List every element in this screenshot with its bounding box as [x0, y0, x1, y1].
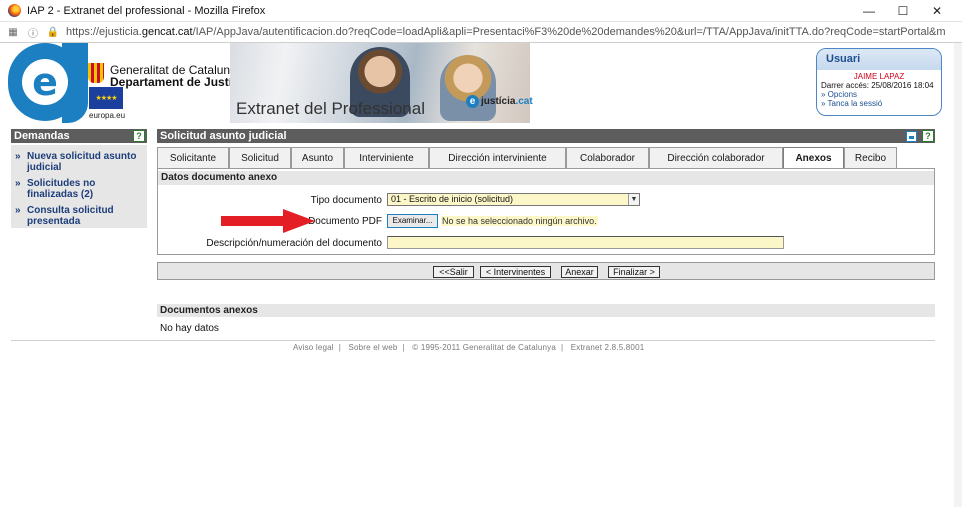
footer: Aviso legal | Sobre el web | © 1995-2011 G… [293, 343, 645, 352]
sidebar-item-label: Nueva solicitud asunto judicial [27, 151, 137, 173]
tab-colaborador[interactable]: Colaborador [566, 147, 649, 169]
tab-recibo[interactable]: Recibo [844, 147, 897, 169]
file-status: No se ha seleccionado ningún archivo. [441, 216, 598, 226]
red-arrow-icon [221, 209, 315, 233]
attachments-empty: No hay datos [160, 323, 219, 334]
eu-label: europa.eu [89, 111, 126, 120]
url-bar[interactable]: ▦ ⓘ 🔒 https://ejusticia.gencat.cat/IAP/A… [0, 22, 962, 43]
url-text[interactable]: https://ejusticia.gencat.cat/IAP/AppJava… [66, 26, 946, 38]
tab-asunto[interactable]: Asunto [291, 147, 344, 169]
finalizar-button[interactable]: Finalizar > [608, 266, 660, 278]
intervinientes-button[interactable]: < Intervinentes [480, 266, 551, 278]
eu-flag-icon: ★★★★ [89, 87, 123, 109]
tab-solicitud[interactable]: Solicitud [229, 147, 291, 169]
tab-anexos[interactable]: Anexos [783, 147, 844, 169]
catalonia-shield-icon [88, 63, 104, 83]
tipo-documento-select[interactable]: 01 - Escrito de inicio (solicitud) ▼ [387, 193, 640, 206]
info-icon[interactable]: ⓘ [26, 25, 40, 40]
bullet-icon: » [15, 151, 21, 162]
department-name: Departament de Justícia [110, 75, 249, 89]
maximize-button[interactable]: ☐ [886, 0, 920, 22]
last-access: Darrer accés: 25/08/2016 18:04 [821, 81, 934, 90]
bullet-icon: » [15, 178, 21, 189]
section-title: Datos documento anexo [158, 171, 934, 185]
sidebar-item-label: Consulta solicitud presentada [27, 205, 114, 227]
tab-direccion-colaborador[interactable]: Dirección colaborador [649, 147, 783, 169]
user-name: JAIME LAPAZ [853, 72, 905, 81]
sidebar-title: Demandas [11, 129, 147, 143]
main-panel-title: Solicitud asunto judicial [157, 129, 935, 143]
options-link[interactable]: » Opcions [817, 90, 941, 99]
action-bar: <<Salir < Intervinentes Anexar Finalizar… [157, 262, 935, 280]
bullet-icon: » [15, 205, 21, 216]
user-box: Usuari JAIME LAPAZ Darrer accés: 25/08/2… [816, 48, 942, 116]
sidebar: » Nueva solicitud asunto judicial » Soli… [11, 145, 147, 228]
page-scrollbar[interactable] [954, 43, 962, 507]
tipo-documento-value: 01 - Escrito de inicio (solicitud) [391, 194, 514, 204]
page-menu-icon[interactable]: ▦ [6, 25, 20, 39]
main-help-icon[interactable]: ? [922, 130, 934, 142]
footer-copyright: © 1995-2011 Generalitat de Catalunya [412, 343, 557, 352]
logout-link[interactable]: » Tanca la sessió [817, 99, 941, 108]
attachments-title: Documentos anexos [157, 304, 935, 317]
close-button[interactable]: ✕ [920, 0, 954, 22]
page-title: Extranet del Professional [236, 99, 425, 118]
minimize-button[interactable]: — [852, 0, 886, 22]
sidebar-help-icon[interactable]: ? [133, 130, 145, 142]
logo-letter: e [22, 59, 68, 105]
footer-version: Extranet 2.8.5.8001 [570, 343, 645, 352]
ejusticia-logo[interactable]: e [8, 43, 82, 121]
tab-bar: Solicitante Solicitud Asunto Intervinien… [157, 147, 897, 169]
tab-solicitante[interactable]: Solicitante [157, 147, 229, 169]
browse-file-button[interactable]: Examinar... [387, 214, 438, 228]
window-titlebar: IAP 2 - Extranet del professional - Mozi… [0, 0, 962, 22]
sidebar-item-new-request[interactable]: » Nueva solicitud asunto judicial [11, 151, 147, 175]
footer-about-link[interactable]: Sobre el web [348, 343, 397, 352]
print-icon[interactable] [906, 131, 917, 142]
descripcion-input[interactable] [387, 236, 784, 249]
user-box-title: Usuari [817, 49, 941, 70]
justicia-cat-logo: e justícia.cat [466, 95, 533, 108]
site-header: e Generalitat de Catalunya Departament d… [8, 43, 954, 123]
tab-interviniente[interactable]: Interviniente [344, 147, 429, 169]
anexar-button[interactable]: Anexar [561, 266, 598, 278]
tab-direccion-interviniente[interactable]: Dirección interviniente [429, 147, 566, 169]
footer-legal-link[interactable]: Aviso legal [293, 343, 334, 352]
tipo-documento-label: Tipo documento [310, 195, 382, 206]
window-title: IAP 2 - Extranet del professional - Mozi… [27, 4, 266, 17]
lock-warning-icon[interactable]: 🔒 [46, 25, 60, 39]
footer-divider [11, 340, 935, 341]
chevron-down-icon[interactable]: ▼ [628, 194, 639, 205]
sidebar-item-label: Solicitudes no finalizadas (2) [27, 178, 96, 200]
firefox-icon [8, 4, 21, 17]
salir-button[interactable]: <<Salir [433, 266, 474, 278]
sidebar-item-unfinished[interactable]: » Solicitudes no finalizadas (2) [11, 178, 147, 202]
descripcion-label: Descripción/numeración del documento [206, 238, 382, 249]
sidebar-item-query[interactable]: » Consulta solicitud presentada [11, 205, 147, 229]
